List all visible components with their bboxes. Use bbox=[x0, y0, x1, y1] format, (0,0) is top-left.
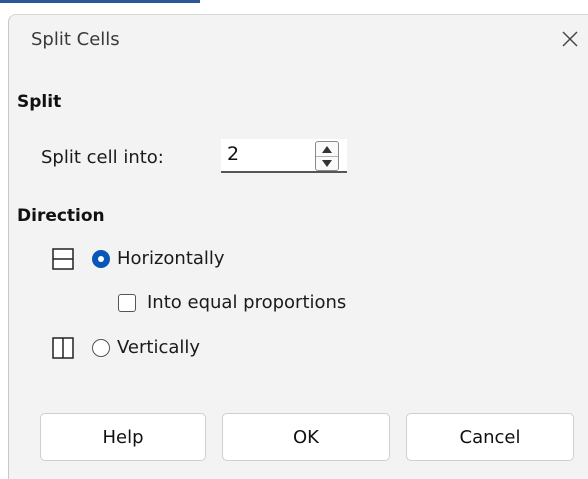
spin-up-button[interactable] bbox=[316, 142, 338, 157]
cancel-button[interactable]: Cancel bbox=[406, 413, 574, 461]
vertically-label[interactable]: Vertically bbox=[117, 337, 200, 358]
dialog-title: Split Cells bbox=[31, 29, 120, 50]
direction-heading: Direction bbox=[17, 206, 105, 226]
split-vertical-icon bbox=[52, 337, 74, 359]
split-horizontal-icon bbox=[52, 248, 74, 270]
close-icon bbox=[562, 31, 578, 47]
horizontally-label[interactable]: Horizontally bbox=[117, 248, 225, 269]
split-cells-dialog: Split Cells Split Split cell into: 2 Dir… bbox=[8, 14, 588, 479]
split-cell-label: Split cell into: bbox=[41, 147, 164, 168]
vertically-radio[interactable] bbox=[92, 339, 110, 357]
triangle-up-icon bbox=[322, 145, 332, 153]
help-button[interactable]: Help bbox=[40, 413, 206, 461]
spin-buttons bbox=[315, 141, 339, 171]
split-cell-value[interactable]: 2 bbox=[227, 143, 239, 165]
ok-button[interactable]: OK bbox=[222, 413, 390, 461]
triangle-down-icon bbox=[322, 159, 332, 167]
split-cell-spinbox[interactable]: 2 bbox=[221, 139, 347, 173]
background-window-accent bbox=[0, 0, 200, 3]
equal-proportions-checkbox[interactable] bbox=[118, 294, 136, 312]
close-button[interactable] bbox=[556, 25, 584, 53]
horizontally-radio[interactable] bbox=[92, 250, 110, 268]
spin-down-button[interactable] bbox=[316, 156, 338, 170]
title-bar: Split Cells bbox=[9, 15, 588, 71]
split-heading: Split bbox=[17, 92, 62, 112]
equal-proportions-label[interactable]: Into equal proportions bbox=[147, 292, 346, 313]
